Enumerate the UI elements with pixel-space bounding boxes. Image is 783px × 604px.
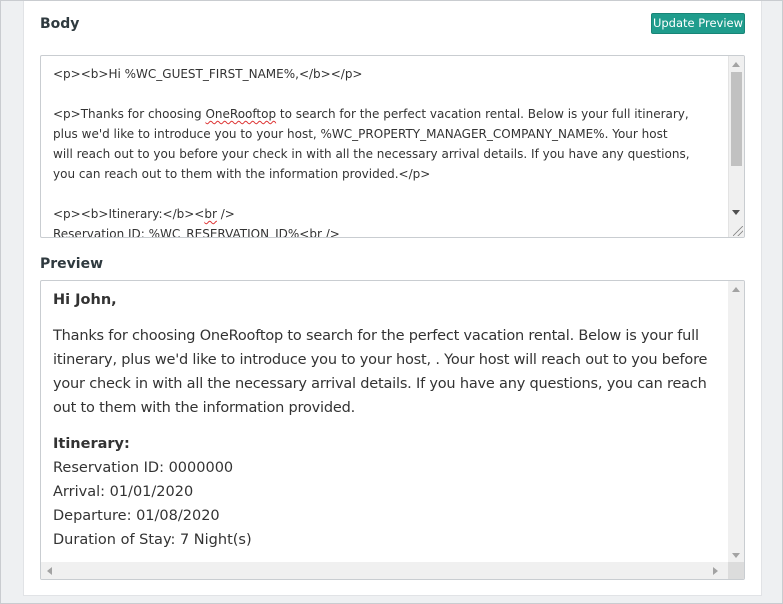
editor-text[interactable]: <p><b>Hi %WC_GUEST_FIRST_NAME%,</b></p> <… [53, 64, 728, 238]
scroll-up-icon[interactable] [732, 62, 740, 67]
preview-arrival: Arrival: 01/01/2020 [53, 484, 194, 500]
editor-line-text: plus we'd like to introduce you to your … [53, 127, 668, 141]
email-template-panel: Body Update Preview <p><b>Hi %WC_GUEST_F… [23, 1, 762, 596]
body-section-title: Body [40, 16, 80, 32]
editor-line-text: Reservation ID: %WC_RESERVATION_ID%<br /… [53, 227, 340, 238]
preview-greeting: Hi John, [53, 292, 117, 308]
scroll-down-icon[interactable] [732, 553, 740, 558]
editor-scroll-thumb[interactable] [731, 72, 742, 166]
update-preview-button[interactable]: Update Preview [651, 13, 745, 34]
email-preview-pane: Hi John, Thanks for choosing OneRooftop … [40, 280, 745, 580]
spellcheck-flagged-word[interactable]: br [204, 207, 217, 221]
editor-line-text: <p><b>Hi %WC_GUEST_FIRST_NAME%,</b></p> [53, 67, 363, 81]
preview-itinerary-title: Itinerary: [53, 436, 130, 452]
editor-line-text: /> [216, 207, 235, 221]
editor-line: <p>Thanks for choosing OneRooftop to sea… [53, 104, 728, 124]
editor-line: plus we'd like to introduce you to your … [53, 124, 728, 144]
window-frame: Body Update Preview <p><b>Hi %WC_GUEST_F… [0, 0, 783, 604]
scroll-right-icon[interactable] [713, 567, 718, 575]
preview-reservation-id: Reservation ID: 0000000 [53, 460, 234, 476]
preview-horizontal-scrollbar[interactable] [41, 562, 730, 579]
editor-line-text: will reach out to you before your check … [53, 147, 690, 161]
editor-line-text: to search for the perfect vacation renta… [276, 107, 689, 121]
scrollbar-corner [728, 562, 744, 579]
resize-handle-icon[interactable] [733, 226, 743, 236]
preview-duration: Duration of Stay: 7 Night(s) [53, 532, 252, 548]
editor-line: <p><b>Itinerary:</b><br /> [53, 204, 728, 224]
preview-departure: Departure: 01/08/2020 [53, 508, 220, 524]
scroll-up-icon[interactable] [732, 287, 740, 292]
editor-line-text: you can reach out to them with the infor… [53, 167, 431, 181]
editor-line: will reach out to you before your check … [53, 144, 728, 164]
editor-line-text: <p><b>Itinerary:</b>< [53, 207, 205, 221]
editor-line: <p><b>Hi %WC_GUEST_FIRST_NAME%,</b></p> [53, 64, 728, 84]
preview-vertical-scrollbar[interactable] [728, 281, 744, 564]
body-html-editor[interactable]: <p><b>Hi %WC_GUEST_FIRST_NAME%,</b></p> <… [40, 55, 745, 238]
editor-line-text: <p>Thanks for choosing [53, 107, 206, 121]
editor-vertical-scrollbar[interactable] [728, 56, 744, 237]
editor-line: you can reach out to them with the infor… [53, 164, 728, 184]
scroll-left-icon[interactable] [47, 567, 52, 575]
preview-content: Hi John, Thanks for choosing OneRooftop … [53, 289, 713, 552]
scroll-down-icon[interactable] [732, 210, 740, 215]
preview-section-title: Preview [40, 256, 104, 272]
preview-paragraph: Thanks for choosing OneRooftop to search… [53, 328, 708, 416]
editor-line: Reservation ID: %WC_RESERVATION_ID%<br /… [53, 224, 728, 238]
spellcheck-flagged-word[interactable]: OneRooftop [205, 107, 276, 121]
